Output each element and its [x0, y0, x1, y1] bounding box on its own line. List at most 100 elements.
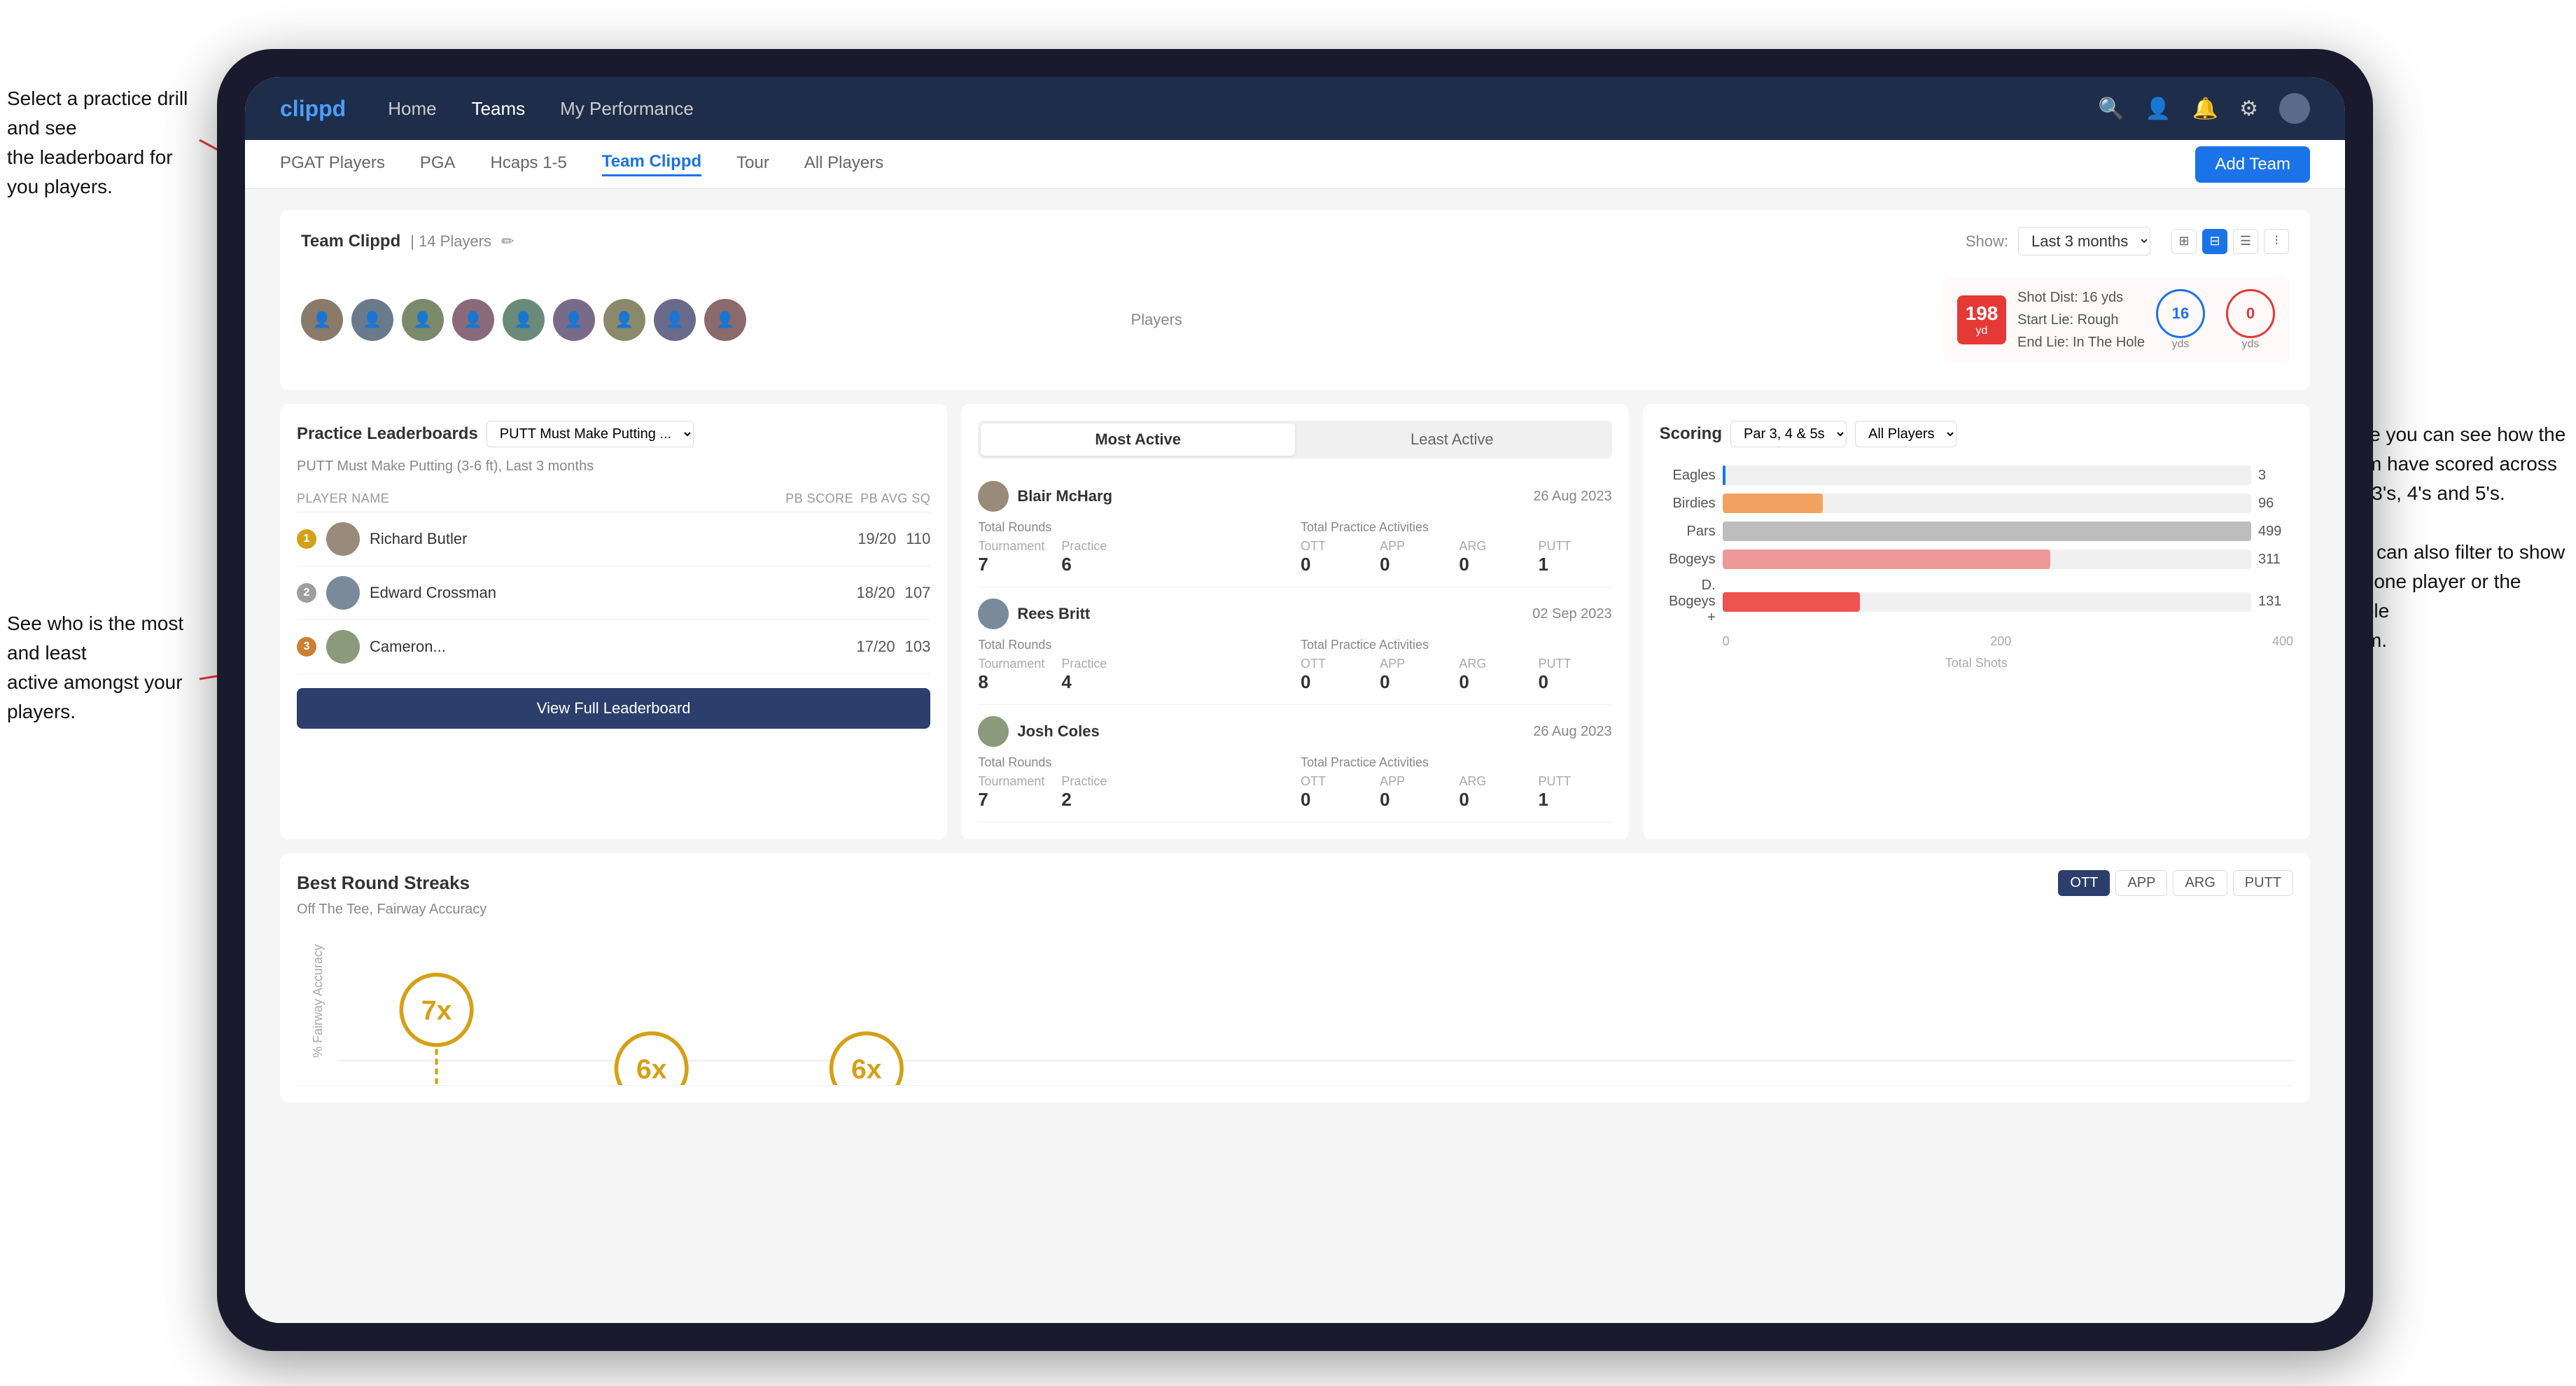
scoring-par-filter[interactable]: Par 3, 4 & 5s: [1730, 421, 1847, 447]
total-practice-group-1: Total Practice Activities OTT0 APP0 ARG0…: [1301, 520, 1612, 575]
rank-badge-3: 3: [297, 637, 316, 657]
view-leaderboard-button[interactable]: View Full Leaderboard: [297, 688, 930, 729]
sub-nav-all-players[interactable]: All Players: [804, 153, 883, 176]
leaderboard-row-2[interactable]: 2 Edward Crossman 18/20 107: [297, 566, 930, 620]
add-team-button[interactable]: Add Team: [2195, 146, 2310, 183]
navbar: clippd Home Teams My Performance 🔍 👤 🔔 ⚙: [245, 77, 2345, 140]
player-lb-score-1: 19/20: [858, 530, 896, 548]
bar-eagles: Eagles 3: [1660, 465, 2293, 485]
nav-teams[interactable]: Teams: [472, 98, 526, 120]
bell-icon[interactable]: 🔔: [2192, 97, 2218, 121]
drill-select[interactable]: PUTT Must Make Putting ...: [486, 421, 694, 447]
streaks-subtitle: Off The Tee, Fairway Accuracy: [297, 902, 2293, 918]
settings-icon[interactable]: ⚙: [2239, 97, 2258, 121]
sub-navbar: PGAT Players PGA Hcaps 1-5 Team Clippd T…: [245, 140, 2345, 189]
people-icon[interactable]: 👤: [2145, 97, 2171, 121]
activity-player-1: Blair McHarg 26 Aug 2023 Total Rounds To…: [978, 470, 1611, 587]
total-practice-group-3: Total Practice Activities OTT0 APP0 ARG0…: [1301, 755, 1612, 811]
nav-home[interactable]: Home: [388, 98, 436, 120]
activity-date-3: 26 Aug 2023: [1533, 724, 1611, 740]
player-lb-avatar-1: [326, 522, 360, 556]
leaderboard-title: Practice Leaderboards: [297, 424, 478, 444]
sub-nav-tour[interactable]: Tour: [736, 153, 769, 176]
activity-card: Most Active Least Active Blair McHarg 26…: [961, 404, 1628, 839]
annotation-top-left: Select a practice drill and see the lead…: [7, 84, 203, 202]
activity-player-header-3: Josh Coles 26 Aug 2023: [978, 716, 1611, 747]
team-count: | 14 Players: [410, 232, 491, 251]
activity-player-header-2: Rees Britt 02 Sep 2023: [978, 598, 1611, 629]
filter-putt[interactable]: PUTT: [2233, 870, 2293, 896]
show-label: Show:: [1966, 232, 2008, 251]
player-avatar-1[interactable]: 👤: [301, 299, 343, 341]
svg-text:6x: 6x: [636, 1054, 667, 1084]
player-lb-avatar-2: [326, 576, 360, 610]
activity-player-2: Rees Britt 02 Sep 2023 Total Rounds Tour…: [978, 587, 1611, 705]
bar-value-dbogeys: 131: [2258, 594, 2293, 610]
brand-logo[interactable]: clippd: [280, 96, 346, 122]
streaks-filters: OTT APP ARG PUTT: [2058, 870, 2293, 896]
player-lb-avatar-3: [326, 630, 360, 664]
show-select[interactable]: Last 3 months: [2018, 227, 2150, 255]
scoring-title: Scoring: [1660, 424, 1722, 444]
activity-avatar-1: [978, 481, 1009, 512]
player-avatar-8[interactable]: 👤: [654, 299, 696, 341]
bar-label-bogeys: Bogeys: [1660, 552, 1716, 568]
svg-text:6x: 6x: [851, 1054, 882, 1084]
scoring-bar-chart: Eagles 3 Birdies 96: [1660, 458, 2293, 678]
bar-label-birdies: Birdies: [1660, 496, 1716, 512]
leaderboard-row-3[interactable]: 3 Cameron... 17/20 103: [297, 620, 930, 674]
sub-nav-hcaps[interactable]: Hcaps 1-5: [491, 153, 567, 176]
scoring-player-filter[interactable]: All Players: [1855, 421, 1956, 447]
view-grid2-button[interactable]: ⊞: [2171, 229, 2197, 254]
bar-dbogeys: D. Bogeys + 131: [1660, 578, 2293, 626]
player-avatar-6[interactable]: 👤: [553, 299, 595, 341]
filter-app[interactable]: APP: [2115, 870, 2167, 896]
player-lb-name-3: Cameron...: [370, 638, 847, 656]
view-grid3-button[interactable]: ⊟: [2202, 229, 2227, 254]
streaks-chart: % Fairway Accuracy 7x 6x: [297, 932, 2293, 1086]
search-icon[interactable]: 🔍: [2098, 97, 2124, 121]
total-rounds-group-3: Total Rounds Tournament7 Practice2: [978, 755, 1289, 811]
bar-track-birdies: [1723, 493, 2251, 513]
practice-leaderboards-card: Practice Leaderboards PUTT Must Make Put…: [280, 404, 947, 839]
user-avatar[interactable]: [2279, 93, 2310, 124]
shot-circles: 16 yds 0 yds: [2156, 289, 2275, 351]
player-avatar-2[interactable]: 👤: [351, 299, 393, 341]
tablet-screen: clippd Home Teams My Performance 🔍 👤 🔔 ⚙…: [245, 77, 2345, 1323]
activity-tabs: Most Active Least Active: [978, 421, 1611, 458]
nav-my-performance[interactable]: My Performance: [560, 98, 694, 120]
bar-fill-birdies: [1723, 493, 1823, 513]
bar-value-birdies: 96: [2258, 496, 2293, 512]
bar-fill-pars: [1723, 522, 2251, 541]
tab-least-active[interactable]: Least Active: [1295, 424, 1609, 456]
scoring-header: Scoring Par 3, 4 & 5s All Players: [1660, 421, 2293, 447]
team-section: Team Clippd | 14 Players ✏ Show: Last 3 …: [280, 210, 2310, 390]
sub-nav-pga[interactable]: PGA: [420, 153, 456, 176]
view-list-button[interactable]: ☰: [2233, 229, 2258, 254]
player-avatar-4[interactable]: 👤: [452, 299, 494, 341]
player-avatar-3[interactable]: 👤: [402, 299, 444, 341]
player-avatar-7[interactable]: 👤: [603, 299, 645, 341]
activity-player-header-1: Blair McHarg 26 Aug 2023: [978, 481, 1611, 512]
filter-ott[interactable]: OTT: [2058, 870, 2110, 896]
tab-most-active[interactable]: Most Active: [981, 424, 1295, 456]
player-avatar-5[interactable]: 👤: [503, 299, 545, 341]
player-avatar-9[interactable]: 👤: [704, 299, 746, 341]
activity-name-3: Josh Coles: [1017, 722, 1525, 741]
annotation-bottom-left: See who is the most and least active amo…: [7, 609, 203, 727]
player-lb-avg-3: 103: [905, 638, 931, 656]
view-filter-button[interactable]: ⫶: [2264, 229, 2289, 254]
rank-badge-1: 1: [297, 529, 316, 549]
edit-icon[interactable]: ✏: [501, 232, 514, 251]
player-lb-score-2: 18/20: [857, 584, 895, 602]
sub-nav-team-clippd[interactable]: Team Clippd: [602, 152, 701, 176]
total-rounds-group-2: Total Rounds Tournament8 Practice4: [978, 638, 1289, 693]
total-practice-group-2: Total Practice Activities OTT0 APP0 ARG0…: [1301, 638, 1612, 693]
leaderboard-subtitle: PUTT Must Make Putting (3-6 ft), Last 3 …: [297, 458, 930, 475]
filter-arg[interactable]: ARG: [2173, 870, 2227, 896]
sub-nav-pgat[interactable]: PGAT Players: [280, 153, 385, 176]
bar-value-eagles: 3: [2258, 468, 2293, 484]
streaks-title: Best Round Streaks: [297, 872, 470, 894]
leaderboard-row-1[interactable]: 1 Richard Butler 19/20 110: [297, 512, 930, 566]
rank-badge-2: 2: [297, 583, 316, 603]
